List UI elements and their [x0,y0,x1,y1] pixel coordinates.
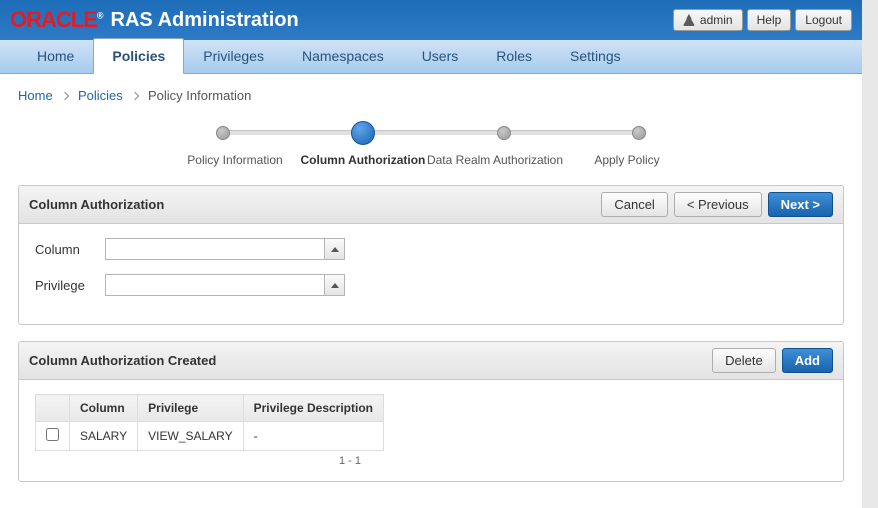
privilege-label: Privilege [35,278,105,293]
app-header: ORACLE® RAS Administration admin Help Lo… [0,0,862,40]
crumb-policies[interactable]: Policies [78,88,123,103]
user-name: admin [700,13,733,27]
crumb-current: Policy Information [148,88,251,103]
nav-home[interactable]: Home [18,38,93,73]
nav-privileges[interactable]: Privileges [184,38,283,73]
nav-namespaces[interactable]: Namespaces [283,38,403,73]
help-button[interactable]: Help [747,9,792,31]
wizard-track-line [222,130,640,136]
nav-users[interactable]: Users [403,38,478,73]
main-nav: Home Policies Privileges Namespaces User… [0,40,862,74]
caret-up-icon [331,283,339,288]
crumb-home[interactable]: Home [18,88,53,103]
wizard-label-2: Column Authorization [299,153,427,167]
wizard-label-3: Data Realm Authorization [427,153,563,167]
privilege-input[interactable] [105,274,325,296]
brand-logo: ORACLE® [10,7,103,33]
column-dropdown-button[interactable] [325,238,345,260]
row-checkbox[interactable] [46,428,59,441]
breadcrumb: Home Policies Policy Information [18,88,844,103]
panel-title: Column Authorization [29,197,164,212]
cancel-button[interactable]: Cancel [601,192,667,217]
add-button[interactable]: Add [782,348,833,373]
cell-description: - [243,422,383,451]
panel-title: Column Authorization Created [29,353,216,368]
col-checkbox-header [36,395,70,422]
user-icon [683,14,695,26]
cell-privilege: VIEW_SALARY [138,422,243,451]
nav-roles[interactable]: Roles [477,38,551,73]
col-desc-header: Privilege Description [243,395,383,422]
nav-settings[interactable]: Settings [551,38,640,73]
chevron-right-icon [61,92,69,100]
auth-table: Column Privilege Privilege Description S… [35,394,384,451]
user-menu-button[interactable]: admin [673,9,743,31]
wizard-step-1[interactable] [216,126,230,140]
app-title: RAS Administration [111,9,299,32]
delete-button[interactable]: Delete [712,348,776,373]
previous-button[interactable]: < Previous [674,192,762,217]
logout-button[interactable]: Logout [795,9,852,31]
next-button[interactable]: Next > [768,192,833,217]
wizard-step-4[interactable] [632,126,646,140]
column-authorization-created-panel: Column Authorization Created Delete Add … [18,341,844,482]
wizard-step-3[interactable] [497,126,511,140]
wizard-train: Policy Information Column Authorization … [18,121,844,167]
column-input[interactable] [105,238,325,260]
col-privilege-header: Privilege [138,395,243,422]
cell-column: SALARY [70,422,138,451]
column-label: Column [35,242,105,257]
wizard-label-4: Apply Policy [563,153,691,167]
nav-policies[interactable]: Policies [93,38,184,74]
wizard-step-2[interactable] [351,121,375,145]
chevron-right-icon [131,92,139,100]
column-authorization-panel: Column Authorization Cancel < Previous N… [18,185,844,325]
table-row: SALARY VIEW_SALARY - [36,422,384,451]
scrollbar-thumb[interactable] [864,140,876,200]
caret-up-icon [331,247,339,252]
row-range: 1 - 1 [35,451,367,467]
col-column-header: Column [70,395,138,422]
privilege-dropdown-button[interactable] [325,274,345,296]
wizard-label-1: Policy Information [171,153,299,167]
